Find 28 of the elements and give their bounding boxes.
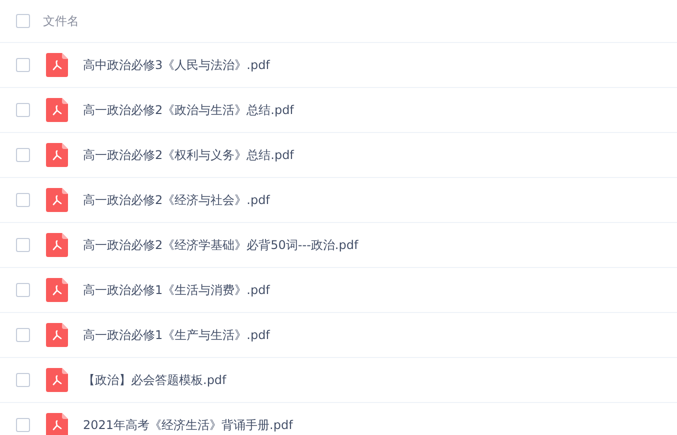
row-checkbox[interactable] <box>16 148 30 162</box>
pdf-file-icon <box>46 143 68 167</box>
row-checkbox[interactable] <box>16 418 30 432</box>
pdf-file-icon <box>46 368 68 392</box>
row-checkbox[interactable] <box>16 283 30 297</box>
file-name[interactable]: 高一政治必修2《政治与生活》总结.pdf <box>83 102 294 118</box>
file-name[interactable]: 高一政治必修2《经济与社会》.pdf <box>83 192 270 208</box>
pdf-file-icon <box>46 98 68 122</box>
row-checkbox[interactable] <box>16 193 30 207</box>
column-header: 文件名 <box>43 12 79 30</box>
row-checkbox[interactable] <box>16 58 30 72</box>
row-checkbox[interactable] <box>16 373 30 387</box>
file-name[interactable]: 高一政治必修1《生产与生活》.pdf <box>83 326 270 344</box>
file-name[interactable]: 【政治】必会答题模板.pdf <box>83 372 226 388</box>
file-name[interactable]: 高中政治必修3《人民与法治》.pdf <box>83 56 270 74</box>
pdf-file-icon <box>46 323 68 347</box>
select-all-checkbox[interactable] <box>16 14 30 28</box>
file-name[interactable]: 高一政治必修1《生活与消费》.pdf <box>83 282 270 298</box>
file-name[interactable]: 2021年高考《经济生活》背诵手册.pdf <box>83 416 293 434</box>
row-checkbox[interactable] <box>16 238 30 252</box>
row-checkbox[interactable] <box>16 328 30 342</box>
file-name[interactable]: 高一政治必修2《权利与义务》总结.pdf <box>83 146 294 164</box>
row-checkbox[interactable] <box>16 103 30 117</box>
pdf-file-icon <box>46 278 68 302</box>
pdf-file-icon <box>46 53 68 77</box>
file-name[interactable]: 高一政治必修2《经济学基础》必背50词---政治.pdf <box>83 236 358 254</box>
pdf-file-icon <box>46 188 68 212</box>
pdf-file-icon <box>46 233 68 257</box>
